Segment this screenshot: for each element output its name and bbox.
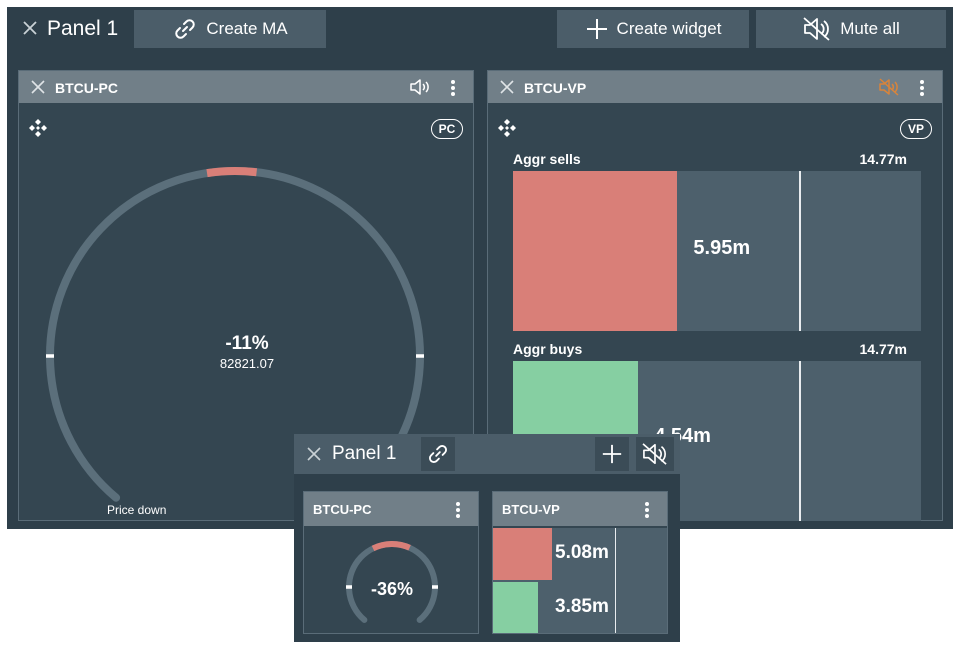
binance-icon: [498, 119, 516, 137]
widget-title: BTCU-VP: [524, 80, 587, 96]
plus-icon: [602, 444, 622, 464]
create-ma-label: Create MA: [206, 19, 288, 38]
mini-panel-header: Panel 1: [294, 434, 680, 474]
sells-bar-fill: [513, 171, 678, 331]
gauge-progress: [206, 167, 258, 178]
mini-panel-title: Panel 1: [332, 443, 397, 464]
mini-buys-value: 3.85m: [555, 596, 609, 617]
plus-icon: [586, 19, 607, 39]
mini-price-change-widget: BTCU-PC -36%: [303, 491, 479, 634]
create-ma-button[interactable]: Create MA: [134, 10, 326, 48]
mini-panel: Panel 1 BTCU-PC -36% BTCU-VP 5.08m 3.85m: [294, 434, 680, 642]
sells-bar-marker: [798, 171, 801, 331]
gauge-progress: [371, 541, 411, 552]
sells-value: 5.95m: [693, 237, 751, 259]
kebab-menu-icon[interactable]: [920, 78, 924, 98]
sells-bar: 5.95m: [513, 171, 921, 331]
sells-total: 14.77m: [859, 151, 907, 167]
mini-bar-marker: [614, 528, 617, 633]
link-icon: [429, 445, 447, 463]
mute-icon[interactable]: [878, 78, 900, 96]
mute-all-label: Mute all: [840, 19, 900, 38]
mute-icon: [642, 443, 667, 465]
mini-mute-all-button[interactable]: [636, 437, 674, 471]
create-widget-button[interactable]: Create widget: [557, 10, 749, 48]
pc-status: Price down: [107, 503, 167, 517]
mini-widget-header: BTCU-VP: [493, 492, 667, 526]
kebab-menu-icon[interactable]: [645, 500, 649, 520]
widget-header: BTCU-VP: [488, 71, 942, 103]
sells-label: Aggr sells: [513, 151, 581, 167]
mini-volume-profile-widget: BTCU-VP 5.08m 3.85m: [492, 491, 668, 634]
mini-price-gauge: [345, 541, 439, 623]
mini-sells-value: 5.08m: [555, 542, 609, 563]
mini-create-ma-button[interactable]: [421, 437, 455, 471]
create-widget-label: Create widget: [616, 19, 722, 38]
mini-create-widget-button[interactable]: [595, 437, 629, 471]
panel-header: Panel 1 Create MA Create widget Mute all: [7, 7, 953, 51]
buys-label: Aggr buys: [513, 341, 583, 357]
mini-pc-percent: -36%: [370, 579, 414, 599]
mini-buys-bar-fill: [493, 582, 539, 633]
panel-title: Panel 1: [47, 17, 119, 40]
close-icon[interactable]: [21, 19, 39, 37]
buys-total: 14.77m: [859, 341, 907, 357]
link-icon: [175, 19, 196, 39]
mute-all-button[interactable]: Mute all: [756, 10, 946, 48]
mini-sells-bar-fill: [493, 528, 553, 580]
close-icon[interactable]: [306, 446, 322, 462]
pc-price: 82821.07: [219, 356, 275, 371]
vp-badge: VP: [900, 119, 932, 139]
close-icon[interactable]: [498, 78, 516, 96]
pc-percent: -11%: [225, 333, 269, 354]
mini-vp-bars: 5.08m 3.85m: [493, 528, 667, 633]
mini-widget-title: BTCU-VP: [502, 502, 560, 517]
mute-icon: [803, 17, 830, 41]
buys-bar-marker: [798, 361, 801, 521]
